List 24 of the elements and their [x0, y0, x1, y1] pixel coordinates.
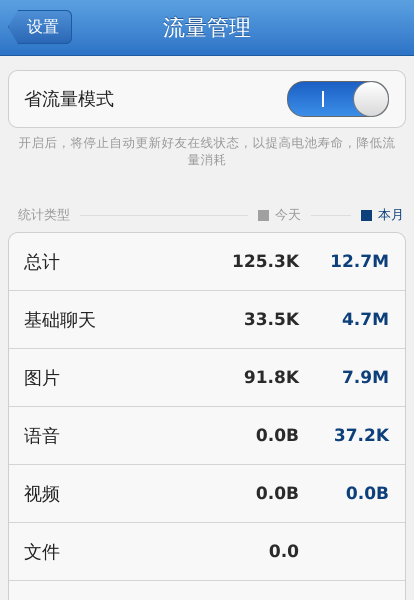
page-title: 流量管理	[163, 14, 251, 42]
row-label: 语音	[24, 424, 61, 448]
month-value: 4.7M	[340, 310, 389, 330]
back-button[interactable]: 设置	[8, 10, 72, 44]
legend-label: 本月	[378, 207, 404, 224]
row-label: 视频	[24, 482, 61, 506]
today-value: 0.0B	[254, 426, 299, 446]
today-value: 125.3K	[231, 252, 299, 272]
month-value: 12.7M	[329, 252, 389, 272]
row-label: 图片	[24, 366, 61, 390]
today-value: 33.5K	[242, 310, 299, 330]
month-value: 37.2K	[332, 426, 389, 446]
month-value: 0.0B	[344, 484, 389, 504]
setting-label: 省流量模式	[24, 88, 114, 111]
legend-label: 今天	[275, 207, 301, 224]
row-label: 总计	[24, 250, 61, 274]
row-label: 基础聊天	[24, 308, 97, 332]
today-value: 0.0	[268, 542, 299, 562]
today-value: 0.0B	[254, 484, 299, 504]
section-header: 统计类型	[18, 207, 70, 224]
today-value: 91.8K	[242, 368, 299, 388]
month-value: 7.9M	[340, 368, 389, 388]
description-text: 开启后，将停止自动更新好友在线状态，以提高电池寿命，降低流量消耗	[18, 134, 396, 168]
row-label: 文件	[24, 540, 61, 564]
